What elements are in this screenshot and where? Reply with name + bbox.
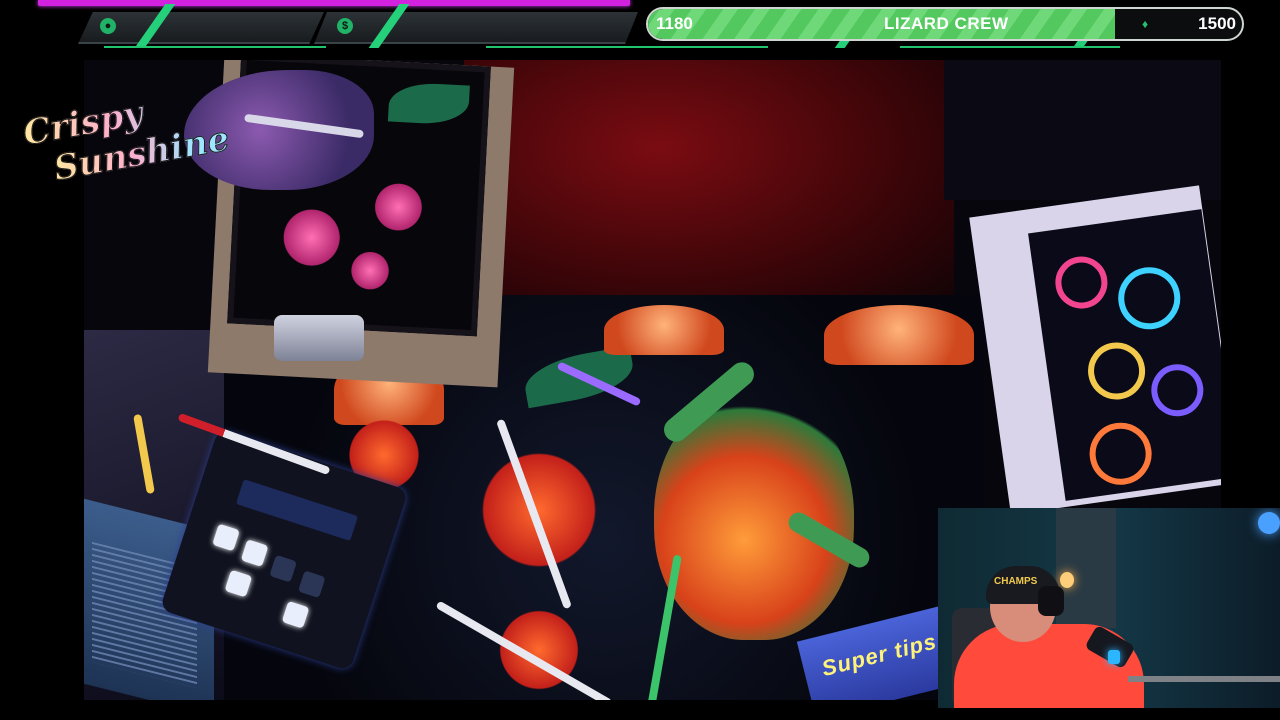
underline-glow <box>900 46 1120 48</box>
swirl-art <box>1052 253 1111 312</box>
flower-art <box>474 445 604 575</box>
mic-light <box>1108 650 1120 664</box>
deck-key <box>297 570 326 599</box>
deck-key <box>240 539 269 567</box>
dark-wall <box>944 60 1221 200</box>
crew-goal-label: LIZARD CREW <box>884 14 1009 33</box>
webcam-door <box>1056 508 1116 628</box>
crew-goal-progress <box>648 9 1116 39</box>
deck-key <box>281 600 310 629</box>
crew-goal-bar: 1180 LIZARD CREW ♦ 1500 <box>646 7 1244 41</box>
coin-icon: $ <box>337 18 353 34</box>
swirl-art <box>1114 263 1185 334</box>
webcam-feed: CHAMPS <box>938 508 1280 708</box>
webcam-blue-light <box>1258 512 1280 534</box>
webcam-lamp <box>1060 572 1074 588</box>
mic-arm <box>1128 676 1280 682</box>
swirl-art <box>1085 418 1156 489</box>
deck-display <box>235 479 359 541</box>
stream-overlay-topbar: ● $ 1180 LIZARD CREW ♦ 1500 <box>0 0 1280 60</box>
deck-key <box>212 523 240 552</box>
drop-icon: ♦ <box>1142 17 1149 31</box>
flower-art <box>372 180 425 234</box>
leaf-art <box>387 81 470 126</box>
person-icon: ● <box>100 18 116 34</box>
crew-goal-target: 1500 <box>1198 14 1236 33</box>
deck-key <box>269 554 298 583</box>
hat-text: CHAMPS <box>994 576 1038 587</box>
flower-art <box>349 249 392 292</box>
deck-key <box>224 569 253 598</box>
swirl-art <box>1147 360 1207 420</box>
stat-plate-2 <box>314 12 638 44</box>
clipboard-clip <box>274 315 364 361</box>
magenta-progress-strip <box>38 0 630 6</box>
mushroom-art <box>824 305 974 365</box>
underline-glow <box>486 46 768 48</box>
mushroom-art <box>604 305 724 355</box>
flower-art <box>280 206 344 270</box>
red-background <box>464 60 954 310</box>
crew-goal-current: 1180 <box>656 14 693 33</box>
swirl-art <box>1084 338 1149 404</box>
headset-icon <box>1038 586 1064 616</box>
underline-glow <box>104 46 326 48</box>
